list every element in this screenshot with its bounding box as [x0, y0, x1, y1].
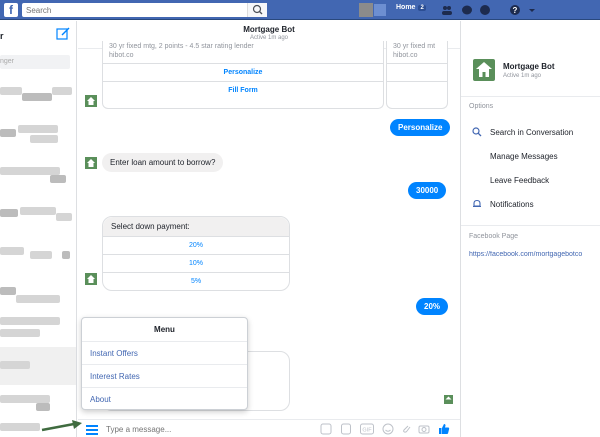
- search-input[interactable]: [22, 3, 242, 17]
- option-manage-messages[interactable]: Manage Messages: [490, 152, 558, 161]
- conversation-item[interactable]: [0, 121, 76, 151]
- down-payment-option-10[interactable]: 10%: [103, 254, 289, 272]
- sidebar-search-input[interactable]: nger: [0, 55, 70, 69]
- home-label: Home: [396, 4, 416, 11]
- globe-icon[interactable]: [479, 4, 491, 16]
- conversation-item[interactable]: [0, 81, 76, 111]
- search-icon: [252, 4, 263, 15]
- conversation-item[interactable]: [0, 389, 76, 419]
- bot-avatar-small-icon: [444, 395, 453, 404]
- menu-item-interest-rates[interactable]: Interest Rates: [82, 365, 247, 388]
- gif-icon[interactable]: GIF: [360, 423, 374, 435]
- profile-flag-avatar[interactable]: [374, 4, 386, 16]
- search-button[interactable]: [247, 3, 267, 17]
- svg-text:?: ?: [513, 6, 518, 15]
- bot-profile-avatar-icon[interactable]: [473, 59, 495, 81]
- product-card-next: 30 yr fixed mt hibot.co: [386, 41, 448, 109]
- personalize-card-button[interactable]: Personalize: [103, 63, 383, 81]
- option-notifications[interactable]: Notifications: [490, 200, 534, 209]
- emoji-face-icon[interactable]: [340, 423, 352, 435]
- bot-avatar-icon: [85, 157, 97, 169]
- card-link-text: hibot.co: [393, 52, 418, 59]
- emoji-icon[interactable]: [382, 423, 394, 435]
- annotation-arrow-icon: [41, 420, 82, 432]
- facebook-logo-icon[interactable]: f: [4, 3, 18, 17]
- divider: [461, 225, 600, 226]
- down-payment-option-5[interactable]: 5%: [103, 272, 289, 290]
- menu-hamburger-icon[interactable]: [86, 423, 98, 435]
- option-leave-feedback[interactable]: Leave Feedback: [490, 176, 549, 185]
- conversation-item[interactable]: [0, 201, 76, 231]
- conversation-item[interactable]: [0, 161, 76, 191]
- bot-avatar-icon: [85, 273, 97, 285]
- menu-item-about[interactable]: About: [82, 388, 247, 411]
- down-payment-option-20[interactable]: 20%: [103, 236, 289, 254]
- camera-icon[interactable]: [418, 423, 430, 435]
- card-link-text: hibot.co: [109, 52, 134, 59]
- svg-text:GIF: GIF: [362, 428, 372, 434]
- incoming-message: Enter loan amount to borrow?: [102, 153, 224, 172]
- bot-profile-name[interactable]: Mortgage Bot: [503, 62, 555, 71]
- search-icon: [472, 127, 482, 137]
- option-search-in-conversation[interactable]: Search in Conversation: [490, 128, 573, 137]
- home-badge: 2: [418, 5, 426, 11]
- facebook-page-label: Facebook Page: [469, 233, 519, 240]
- sticker-icon[interactable]: [320, 423, 332, 435]
- card-button[interactable]: [387, 63, 447, 81]
- product-card: 30 yr fixed mtg, 2 points - 4.5 star rat…: [102, 41, 384, 109]
- bell-icon: [472, 199, 482, 209]
- outgoing-message: 20%: [416, 298, 449, 315]
- attachment-icon[interactable]: [400, 423, 412, 435]
- persistent-menu: Menu Instant Offers Interest Rates About: [81, 317, 248, 410]
- info-panel: Mortgage Bot Active 1m ago Options Searc…: [460, 21, 600, 437]
- profile-avatar[interactable]: [359, 3, 373, 17]
- facebook-page-link[interactable]: https://facebook.com/mortgagebotco: [469, 251, 599, 258]
- help-icon[interactable]: ?: [509, 4, 521, 16]
- message-composer: GIF: [78, 419, 460, 437]
- compose-icon[interactable]: [56, 27, 70, 41]
- message-input[interactable]: [106, 422, 306, 436]
- home-link[interactable]: Home 2: [396, 4, 426, 11]
- menu-title: Menu: [82, 318, 247, 342]
- bot-avatar-icon: [85, 95, 97, 107]
- card-subtitle: 30 yr fixed mtg, 2 points - 4.5 star rat…: [109, 43, 254, 50]
- conversation-item[interactable]: [0, 241, 76, 271]
- options-label: Options: [469, 103, 494, 110]
- chat-title[interactable]: Mortgage Bot: [78, 21, 460, 34]
- down-payment-card: Select down payment: 20% 10% 5%: [102, 216, 290, 291]
- outgoing-message: Personalize: [390, 119, 451, 136]
- card-subtitle: 30 yr fixed mt: [393, 43, 436, 50]
- conversation-item[interactable]: [0, 281, 76, 311]
- down-payment-prompt: Select down payment:: [103, 217, 289, 236]
- top-nav-bar: f Home2 ?: [0, 0, 600, 20]
- like-thumb-icon[interactable]: [438, 423, 450, 435]
- search-box[interactable]: [22, 3, 267, 17]
- sidebar-title: r: [0, 31, 4, 41]
- conversation-sidebar: r nger: [0, 21, 77, 437]
- conversation-item[interactable]: [0, 311, 76, 341]
- dropdown-caret-icon[interactable]: [526, 4, 538, 16]
- outgoing-message: 30000: [408, 182, 447, 199]
- card-button[interactable]: [387, 81, 447, 99]
- fill-form-card-button[interactable]: Fill Form: [103, 81, 383, 99]
- divider: [461, 96, 600, 97]
- conversation-item-active[interactable]: [0, 347, 76, 385]
- bot-profile-status: Active 1m ago: [503, 73, 542, 79]
- messenger-icon[interactable]: [461, 4, 473, 16]
- friends-icon[interactable]: [441, 4, 453, 16]
- menu-item-instant-offers[interactable]: Instant Offers: [82, 342, 247, 365]
